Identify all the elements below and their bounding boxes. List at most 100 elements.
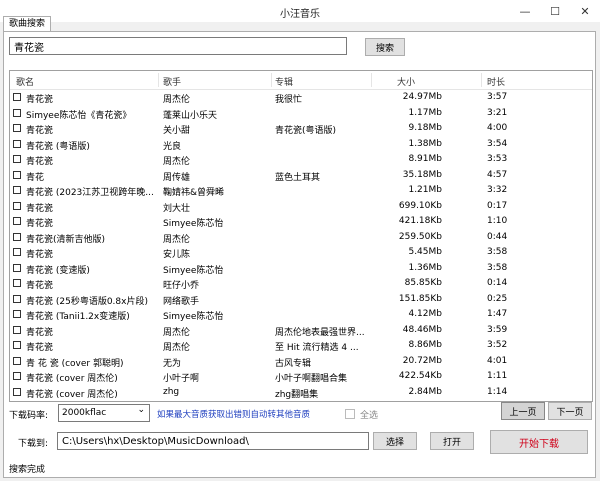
row-checkbox[interactable] [13,294,21,303]
minimize-icon[interactable]: — [510,0,540,22]
table-row[interactable]: 青花瓷 刘大壮 699.10Kb 0:17 [10,199,592,215]
song-name: 青花瓷 (25秒粤语版0.8x片段) [26,296,148,307]
table-row[interactable]: 青花瓷 周杰伦 至 Hit 流行精选 4 ... 8.86Mb 3:52 [10,338,592,354]
song-duration: 0:44 [487,231,508,242]
download-path-input[interactable] [57,432,369,450]
prev-page-button[interactable]: 上一页 [501,402,545,420]
row-checkbox[interactable] [13,279,21,287]
song-size: 4.12Mb [408,309,442,319]
row-checkbox[interactable] [13,217,21,225]
table-row[interactable]: Simyee陈芯怡《青花瓷》 蓬莱山小乐天 1.17Mb 3:21 [10,106,592,122]
row-checkbox[interactable] [13,341,21,349]
table-row[interactable]: 青花瓷 关小甜 青花瓷(粤语版) 9.18Mb 4:00 [10,121,592,137]
song-size: 5.45Mb [408,247,442,257]
song-size: 421.18Kb [398,216,442,226]
song-name: 青花瓷 [26,126,54,136]
table-row[interactable]: 青花瓷 周杰伦 8.91Mb 3:53 [10,152,592,168]
song-name: 青花瓷 [26,157,54,167]
song-name: 青花瓷 (粤语版) [26,141,90,152]
row-checkbox[interactable] [13,139,21,148]
list-header: 歌名 歌手 专辑 大小 时长 [10,71,592,90]
song-duration: 3:58 [487,262,508,273]
search-input[interactable] [9,37,347,55]
table-row[interactable]: 青花瓷 (cover 周杰伦) zhg zhg翻唱集 2.84Mb 1:14 [10,385,592,401]
row-checkbox[interactable] [13,387,21,396]
song-size: 259.50Kb [398,231,442,242]
column-header-size[interactable]: 大小 [397,75,415,88]
row-checkbox[interactable] [13,372,21,380]
next-page-button[interactable]: 下一页 [548,402,592,420]
search-button[interactable]: 搜索 [365,38,405,56]
start-download-button[interactable]: 开始下载 [490,430,588,454]
table-row[interactable]: 青花瓷 (变速版) Simyee陈芯怡 1.36Mb 3:58 [10,261,592,277]
row-checkbox[interactable] [13,186,21,194]
table-row[interactable]: 青花瓷 (2023江苏卫视跨年晚... 鞠婧祎&曾舜晞 1.21Mb 3:32 [10,183,592,199]
close-icon[interactable]: ✕ [570,0,600,22]
song-artist: Simyee陈芯怡 [163,312,224,322]
song-size: 20.72Mb [402,355,442,366]
song-artist: 小叶子啊 [163,374,200,384]
row-checkbox[interactable] [13,108,21,117]
select-all-checkbox[interactable] [345,409,355,419]
song-name: 青花瓷 [26,203,54,214]
song-artist: 安儿陈 [163,250,191,260]
song-name: 青花瓷 (变速版) [26,265,90,276]
table-row[interactable]: 青花瓷 周杰伦 我很忙 24.97Mb 3:57 [10,90,592,106]
choose-folder-button[interactable]: 选择 [373,432,417,450]
row-checkbox[interactable] [13,201,21,210]
table-row[interactable]: 青花瓷 Simyee陈芯怡 421.18Kb 1:10 [10,214,592,230]
row-checkbox[interactable] [13,232,21,241]
row-checkbox[interactable] [13,124,21,132]
song-duration: 1:10 [487,216,508,226]
table-row[interactable]: 青花瓷 (Tanii1.2x变速版) Simyee陈芯怡 4.12Mb 1:47 [10,307,592,323]
song-name: 青 花 瓷 (cover 郭聪明) [26,358,124,369]
song-name: 青花瓷 [26,327,54,338]
song-size: 8.91Mb [408,154,442,164]
table-row[interactable]: 青花 周传雄 蓝色土耳其 35.18Mb 4:57 [10,168,592,184]
row-checkbox[interactable] [13,263,21,272]
title-bar: 小汪音乐 — ☐ ✕ [0,0,600,22]
row-checkbox[interactable] [13,310,21,318]
song-duration: 3:59 [487,324,508,335]
table-row[interactable]: 青花瓷 周杰伦 周杰伦地表最强世界... 48.46Mb 3:59 [10,323,592,339]
open-folder-button[interactable]: 打开 [430,432,474,450]
column-header-duration[interactable]: 时长 [487,75,505,88]
song-size: 1.36Mb [408,262,442,273]
table-row[interactable]: 青花瓷(清新吉他版) 周杰伦 259.50Kb 0:44 [10,230,592,246]
song-duration: 3:52 [487,340,508,350]
table-row[interactable]: 青 花 瓷 (cover 郭聪明) 无为 古风专辑 20.72Mb 4:01 [10,354,592,370]
row-checkbox[interactable] [13,248,21,256]
column-header-album[interactable]: 专辑 [275,75,293,88]
song-album: 蓝色土耳其 [275,172,321,183]
table-row[interactable]: 青花瓷 (粤语版) 光良 1.38Mb 3:54 [10,137,592,153]
row-checkbox[interactable] [13,93,21,101]
table-row[interactable]: 青花瓷 (25秒粤语版0.8x片段) 网络歌手 151.85Kb 0:25 [10,292,592,308]
row-checkbox[interactable] [13,356,21,365]
table-row[interactable]: 青花瓷 旺仔小乔 85.85Kb 0:14 [10,276,592,292]
song-duration: 3:54 [487,138,508,149]
song-artist: 刘大壮 [163,203,191,214]
song-list[interactable]: 歌名 歌手 专辑 大小 时长 青花瓷 周杰伦 我很忙 24.97Mb 3:57 Simye… [9,70,593,402]
song-duration: 4:57 [487,169,508,180]
maximize-icon[interactable]: ☐ [540,0,570,22]
song-duration: 0:17 [487,200,508,211]
song-name: 青花瓷 [26,219,54,229]
song-name: 青花瓷 (cover 周杰伦) [26,374,118,384]
column-header-name[interactable]: 歌名 [16,75,34,88]
table-row[interactable]: 青花瓷 安儿陈 5.45Mb 3:58 [10,245,592,261]
song-size: 85.85Kb [404,278,442,288]
song-duration: 0:14 [487,278,508,288]
quality-hint: 如果最大音质获取出错则自动转其他音质 [157,410,311,420]
song-album: 古风专辑 [275,358,312,369]
tab-song-search[interactable]: 歌曲搜索 [3,16,52,31]
row-checkbox[interactable] [13,325,21,334]
table-row[interactable]: 青花瓷 (cover 周杰伦) 小叶子啊 小叶子啊翻唱合集 422.54Kb 1:11 [10,369,592,385]
song-size: 8.86Mb [408,340,442,350]
song-duration: 1:11 [487,371,508,381]
song-artist: 旺仔小乔 [163,281,200,291]
row-checkbox[interactable] [13,155,21,163]
row-checkbox[interactable] [13,170,21,179]
song-duration: 3:53 [487,154,508,164]
column-header-artist[interactable]: 歌手 [163,75,181,88]
bitrate-select[interactable]: 2000kflac ⌄ [58,404,150,422]
